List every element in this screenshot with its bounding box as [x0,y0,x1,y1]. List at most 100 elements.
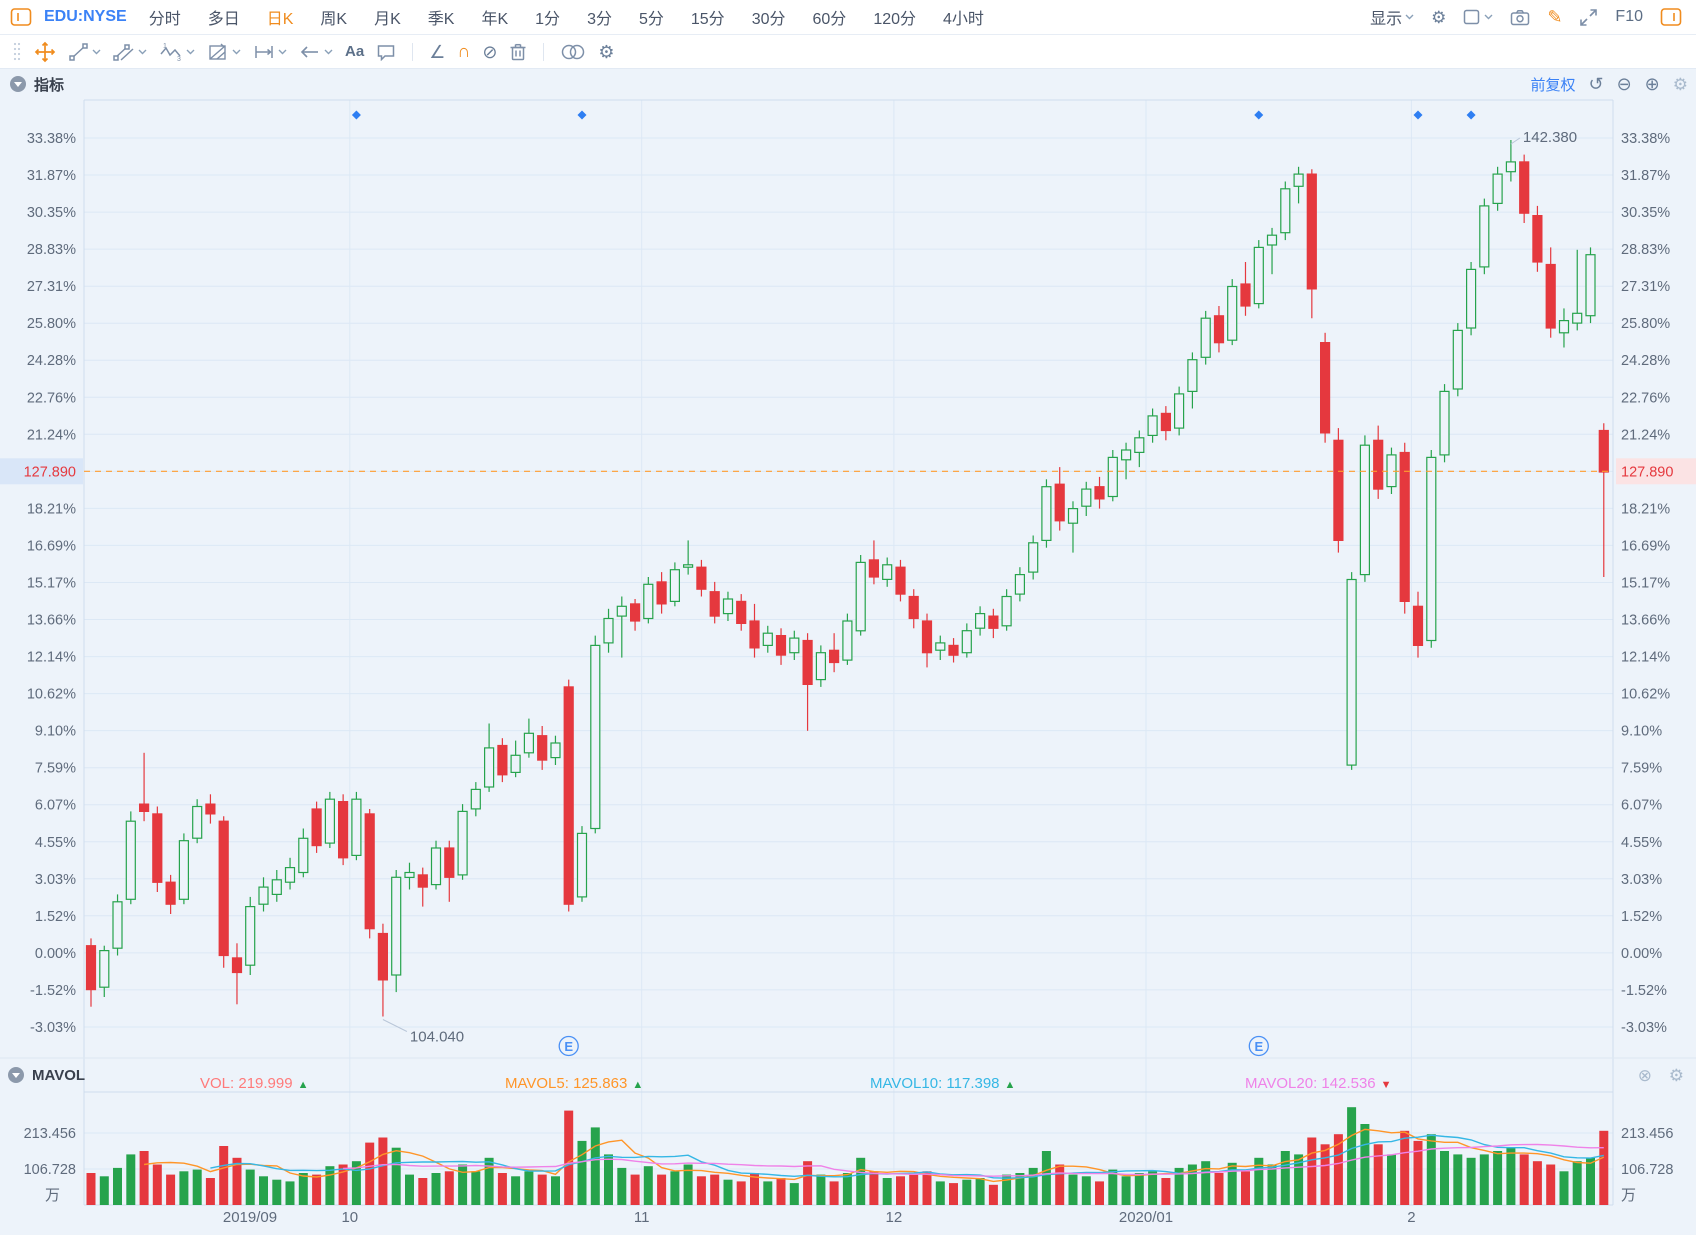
svg-text:142.380: 142.380 [1523,129,1577,146]
svg-text:1: 1 [163,43,167,50]
tab-1分[interactable]: 1分 [535,5,560,29]
svg-text:28.83%: 28.83% [27,242,76,258]
tab-日K[interactable]: 日K [267,5,294,29]
svg-text:1.52%: 1.52% [35,909,76,925]
angle-tool[interactable]: ∠ [429,43,445,61]
display-label: 显示 [1370,5,1402,29]
svg-text:3.03%: 3.03% [35,872,76,888]
reset-zoom-icon[interactable]: ↺ [1588,75,1603,93]
close-volume-panel-icon[interactable]: ⊗ [1638,1067,1652,1084]
left-panel-toggle-icon[interactable] [10,7,32,27]
svg-text:24.28%: 24.28% [27,353,76,369]
symbol-label[interactable]: EDU:NYSE [44,8,127,26]
svg-text:6.07%: 6.07% [35,798,76,814]
layout-select[interactable] [1463,9,1493,25]
svg-text:33.38%: 33.38% [27,131,76,147]
svg-text:13.66%: 13.66% [1621,613,1670,629]
up-triangle-icon: ▲ [1005,1079,1016,1091]
volume-legend-item[interactable]: VOL: 219.999▲ [200,1075,308,1092]
collapse-indicator-icon[interactable] [10,76,26,92]
toolbar-divider [412,43,413,61]
svg-text:2020/01: 2020/01 [1119,1209,1173,1226]
svg-text:7.59%: 7.59% [35,761,76,777]
drawing-settings-gear-icon[interactable]: ⚙ [598,43,614,61]
tab-3分[interactable]: 3分 [587,5,612,29]
tab-15分[interactable]: 15分 [691,5,725,29]
zoom-out-icon[interactable]: ⊖ [1617,75,1632,93]
svg-text:-1.52%: -1.52% [1621,983,1667,999]
volume-legend-item[interactable]: MAVOL5: 125.863▲ [505,1075,643,1092]
text-tool[interactable]: Aa [345,43,364,60]
tab-4小时[interactable]: 4小时 [943,5,984,29]
comment-bubble-tool[interactable] [376,43,396,61]
svg-text:6.07%: 6.07% [1621,798,1662,814]
svg-text:13.66%: 13.66% [27,613,76,629]
zoom-in-icon[interactable]: ⊕ [1645,75,1660,93]
tab-120分[interactable]: 120分 [873,5,916,29]
svg-text:18.21%: 18.21% [27,501,76,517]
tab-季K[interactable]: 季K [428,5,455,29]
tab-周K[interactable]: 周K [320,5,347,29]
down-triangle-icon: ▼ [1381,1079,1392,1091]
tab-30分[interactable]: 30分 [752,5,786,29]
svg-text:31.87%: 31.87% [27,168,76,184]
channel-tool[interactable] [113,42,147,62]
svg-text:30.35%: 30.35% [27,205,76,221]
wave-tool[interactable]: 13 [159,42,195,62]
svg-text:15.17%: 15.17% [1621,576,1670,592]
pattern-tool[interactable] [207,42,241,62]
tab-60分[interactable]: 60分 [813,5,847,29]
magnet-tool[interactable]: ∩ [457,41,470,62]
screenshot-camera-icon[interactable] [1510,9,1530,26]
chevron-down-icon [138,49,147,55]
svg-text:1.52%: 1.52% [1621,909,1662,925]
svg-text:-3.03%: -3.03% [1621,1020,1667,1036]
volume-legend-item[interactable]: MAVOL20: 142.536▼ [1245,1075,1392,1092]
tab-5分[interactable]: 5分 [639,5,664,29]
svg-text:E: E [564,1039,573,1054]
volume-settings-gear-icon[interactable]: ⚙ [1669,1067,1684,1084]
hide-drawings-tool[interactable]: ⊘ [482,43,497,61]
svg-text:12.14%: 12.14% [1621,650,1670,666]
chevron-down-icon [278,49,287,55]
svg-text:16.69%: 16.69% [27,538,76,554]
arrow-annotation-tool[interactable] [299,44,333,60]
svg-text:9.10%: 9.10% [1621,724,1662,740]
tab-多日[interactable]: 多日 [208,5,240,29]
display-dropdown[interactable]: 显示 [1370,5,1414,29]
volume-panel-title[interactable]: MAVOL [32,1067,85,1084]
fullscreen-icon[interactable] [1579,8,1598,27]
adjust-mode-link[interactable]: 前复权 [1530,74,1575,95]
volume-header-row: MAVOL VOL: 219.999▲ MAVOL5: 125.863▲ MAVOL… [0,1059,1696,1091]
svg-text:24.28%: 24.28% [1621,353,1670,369]
indicator-panel-title[interactable]: 指标 [34,74,64,95]
indicator-settings-gear-icon[interactable]: ⚙ [1673,76,1688,93]
move-tool-icon[interactable] [34,41,56,63]
tab-年K[interactable]: 年K [481,5,508,29]
volume-legend-item[interactable]: MAVOL10: 117.398▲ [870,1075,1015,1092]
chart-settings-gear-icon[interactable]: ⚙ [1431,9,1446,26]
trendline-tool[interactable] [68,42,101,62]
collapse-volume-icon[interactable] [8,1067,24,1083]
draw-pencil-icon[interactable]: ✎ [1547,8,1562,26]
svg-text:10: 10 [341,1209,358,1226]
svg-text:10.62%: 10.62% [27,687,76,703]
top-toolbar: EDU:NYSE 分时 多日 日K 周K 月K 季K 年K 1分 3分 5分 15分 30分 60分 12… [0,0,1696,35]
f10-button[interactable]: F10 [1615,8,1643,26]
right-panel-toggle-icon[interactable] [1660,7,1682,27]
delete-drawings-tool[interactable] [509,42,527,61]
svg-text:18.21%: 18.21% [1621,501,1670,517]
svg-text:12: 12 [886,1209,903,1226]
svg-text:9.10%: 9.10% [35,724,76,740]
tab-分时[interactable]: 分时 [149,5,181,29]
compare-overlay-tool[interactable] [560,43,586,61]
chevron-down-icon [92,49,101,55]
main-chart[interactable]: 127.890127.89033.38%33.38%31.87%31.87%30… [0,0,1696,1235]
chevron-down-icon [186,49,195,55]
measure-tool[interactable] [253,43,287,61]
svg-text:2019/09: 2019/09 [223,1209,277,1226]
toolbar-grip-handle[interactable] [12,41,22,63]
tab-月K[interactable]: 月K [374,5,401,29]
svg-text:-3.03%: -3.03% [30,1020,76,1036]
svg-text:4.55%: 4.55% [1621,835,1662,851]
